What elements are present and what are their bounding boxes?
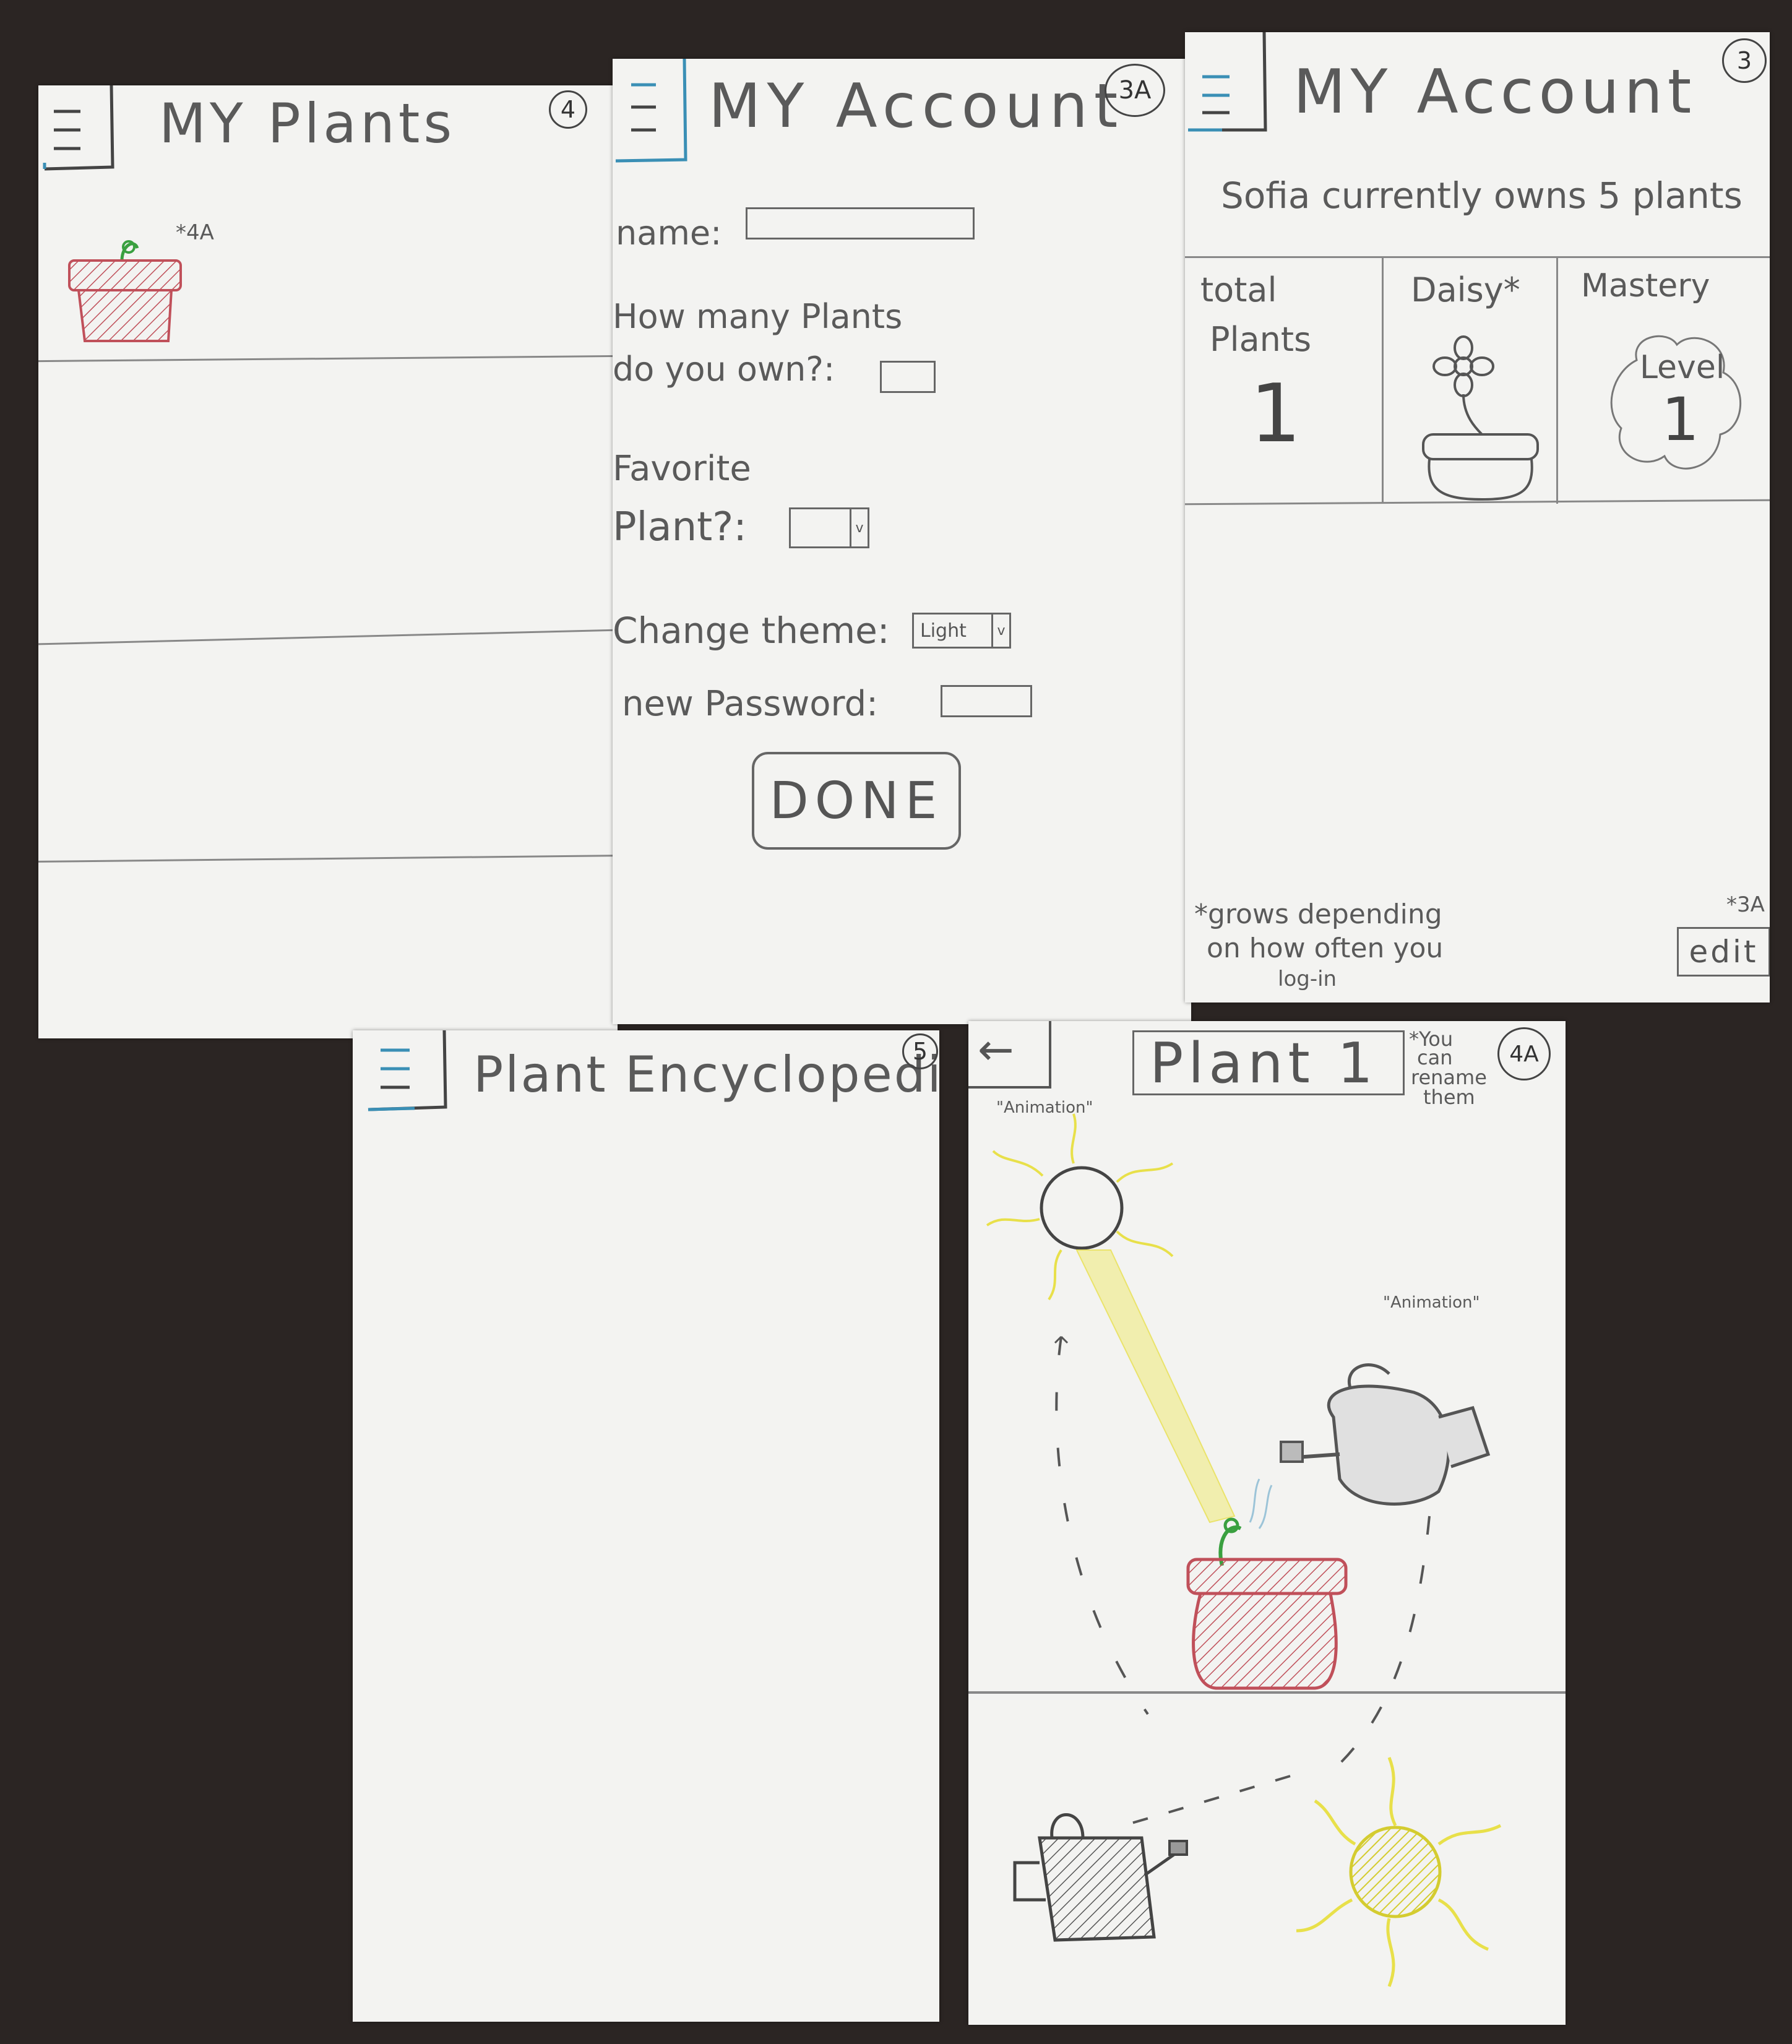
watering-can-icon-bottom <box>1013 1813 1188 1942</box>
done-label: DONE <box>769 771 944 830</box>
new-password-input[interactable] <box>941 685 1032 717</box>
shelf-divider <box>38 629 618 645</box>
mastery-label: Mastery <box>1581 267 1710 304</box>
stats-divider <box>1382 256 1384 504</box>
name-input[interactable] <box>746 207 975 239</box>
theme-dropdown[interactable]: Light v <box>912 613 1011 649</box>
sun-icon-bottom <box>1296 1757 1502 1987</box>
chevron-down-icon: v <box>991 614 1009 647</box>
screen-number: 4 <box>549 90 587 129</box>
edit-label: edit <box>1689 934 1759 970</box>
page-title: MY Account <box>1293 57 1697 127</box>
page-title: MY Plants <box>159 92 456 155</box>
footnote-line3: log-in <box>1278 967 1337 991</box>
screen-plant-detail: ← Plant 1 *You can rename them 4A "Anima… <box>968 1021 1566 2025</box>
name-label: name: <box>616 213 722 252</box>
footnote: *grows depending <box>1194 899 1442 930</box>
watering-can-icon <box>1280 1363 1491 1506</box>
plants-owned-label: How many Plants <box>613 297 903 336</box>
screen-my-account: MY Account 3 Sofia currently owns 5 plan… <box>1185 32 1770 1003</box>
plants-owned-input[interactable] <box>880 361 936 393</box>
edit-note: *3A <box>1726 892 1765 917</box>
page-title: Plant Encyclopedia <box>473 1046 939 1103</box>
done-button[interactable]: DONE <box>752 752 961 850</box>
total-plants-value: 1 <box>1250 366 1301 460</box>
edit-button[interactable]: edit <box>1677 927 1770 977</box>
screen-number: 3 <box>1722 38 1767 83</box>
hamburger-menu-icon[interactable] <box>613 59 693 164</box>
shelf-divider <box>38 855 618 863</box>
chevron-down-icon: v <box>850 509 868 546</box>
screen-my-account-edit: MY Account 3A name: How many Plants do y… <box>613 59 1191 1024</box>
stats-top-border <box>1185 256 1770 258</box>
mastery-level-label: Level <box>1640 349 1725 386</box>
stats-divider <box>1556 256 1558 504</box>
summary-text: Sofia currently owns 5 plants <box>1221 175 1742 217</box>
theme-value: Light <box>920 619 967 642</box>
plant-scene <box>968 1113 1566 1987</box>
daisy-label: Daisy* <box>1411 270 1520 309</box>
screen-plant-encyclopedia: Plant Encyclopedia 5 <box>353 1030 939 2022</box>
daisy-pot-icon <box>1422 335 1539 501</box>
screen-my-plants: MY Plants 4 *4A <box>38 85 618 1038</box>
page-title: MY Account <box>709 71 1124 142</box>
plant-pot-icon <box>1186 1517 1348 1690</box>
hamburger-menu-icon[interactable] <box>353 1030 452 1123</box>
favorite-plant-label-line2: Plant?: <box>613 504 747 550</box>
plants-owned-label-line2: do you own?: <box>613 350 835 389</box>
screen-number: 3A <box>1105 64 1165 117</box>
hamburger-menu-icon[interactable] <box>1185 32 1272 137</box>
password-label: new Password: <box>622 684 878 724</box>
total-plants-label-line2: Plants <box>1210 320 1312 359</box>
theme-label: Change theme: <box>613 610 890 652</box>
mastery-level-value: 1 <box>1661 385 1700 454</box>
sun-icon <box>986 1113 1174 1301</box>
shelf-divider <box>38 355 618 363</box>
favorite-plant-dropdown[interactable]: v <box>789 507 869 548</box>
screen-number: 5 <box>902 1033 938 1069</box>
plant-pot-icon[interactable] <box>63 226 187 350</box>
plant-detail-note: *4A <box>176 220 214 245</box>
hamburger-menu-icon[interactable] <box>38 85 119 172</box>
footnote-line2: on how often you <box>1207 933 1444 964</box>
total-plants-label: total <box>1200 270 1277 309</box>
favorite-plant-label: Favorite <box>613 449 751 489</box>
